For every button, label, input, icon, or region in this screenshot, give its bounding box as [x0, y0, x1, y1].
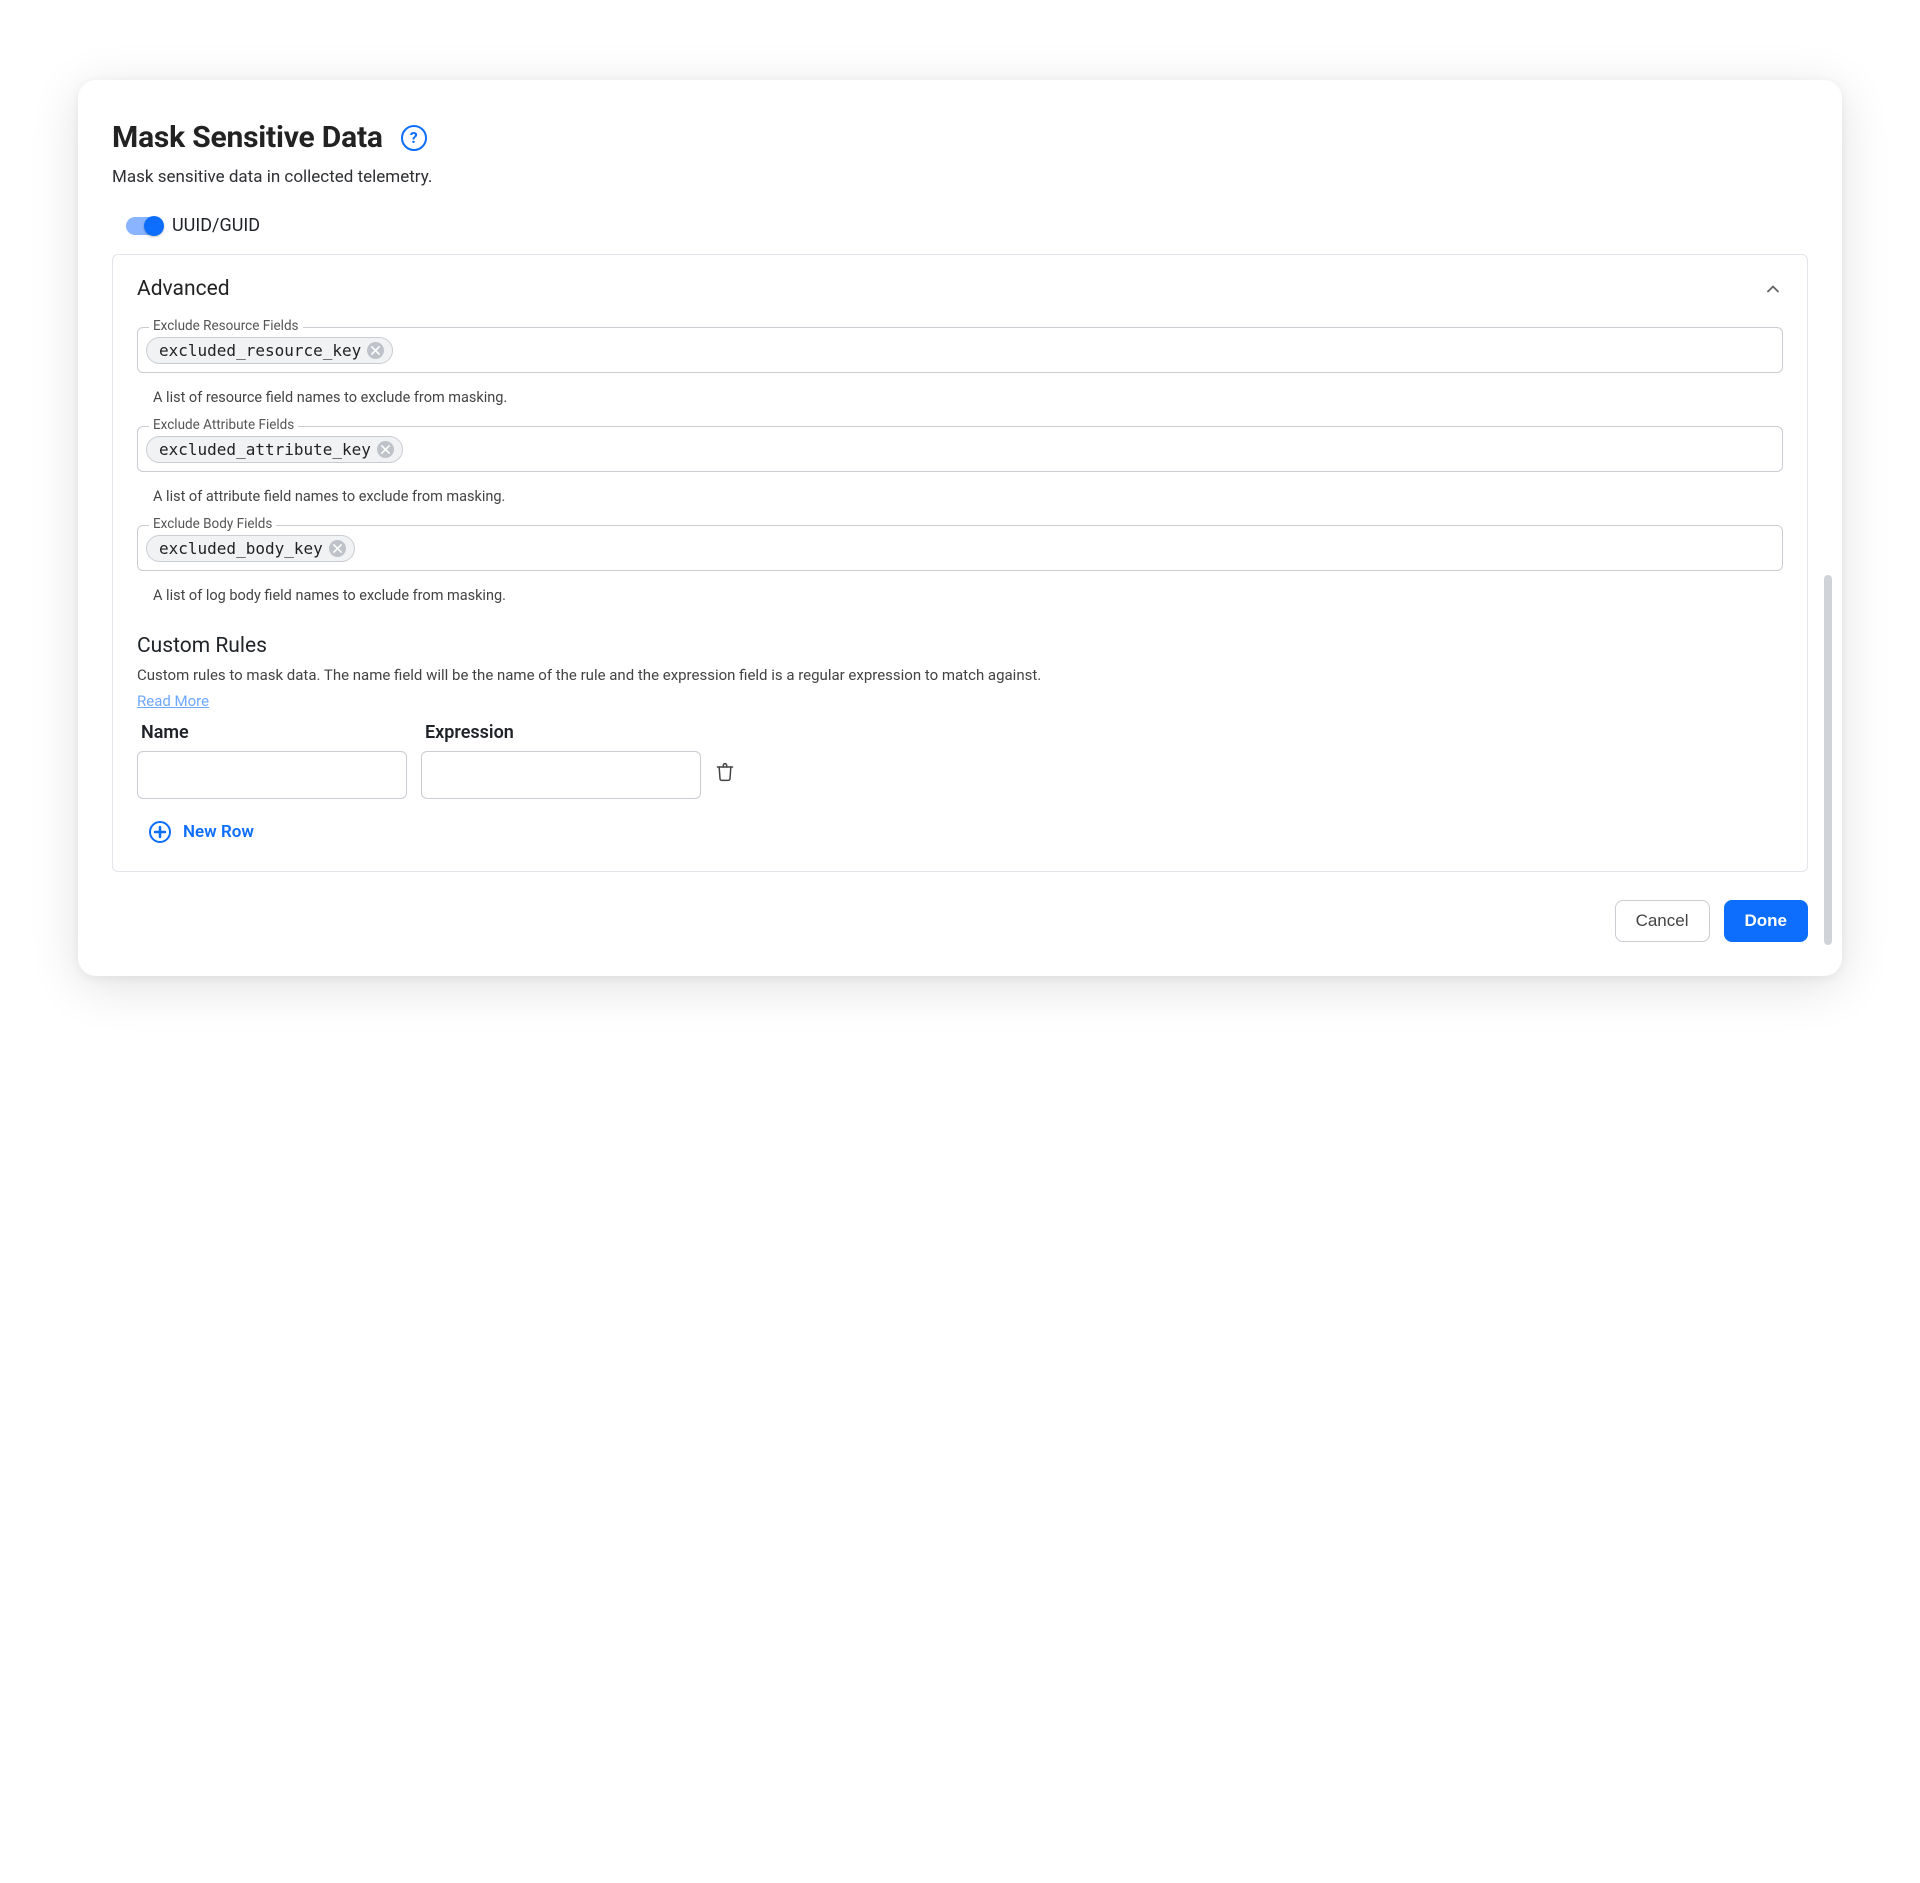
- advanced-header[interactable]: Advanced: [137, 277, 1783, 301]
- toggle-knob-icon: [144, 216, 164, 236]
- custom-rules-desc: Custom rules to mask data. The name fiel…: [137, 664, 1783, 687]
- advanced-section: Advanced Exclude Resource Fields exclude…: [112, 254, 1808, 872]
- chip-remove-icon[interactable]: [329, 540, 346, 557]
- trash-icon: [715, 761, 735, 783]
- chip-excluded-body-key: excluded_body_key: [146, 535, 355, 562]
- chevron-up-icon[interactable]: [1763, 279, 1783, 299]
- rules-expression-header: Expression: [421, 722, 701, 743]
- rules-name-column: Name: [137, 722, 407, 799]
- exclude-resource-helper: A list of resource field names to exclud…: [137, 381, 1783, 426]
- rule-name-input[interactable]: [137, 751, 407, 799]
- uuid-toggle[interactable]: [126, 217, 162, 235]
- toggle-row-uuid: UUID/GUID: [112, 215, 1808, 254]
- read-more-link[interactable]: Read More: [137, 692, 209, 710]
- exclude-body-input[interactable]: excluded_body_key: [137, 525, 1783, 571]
- dialog-subtitle: Mask sensitive data in collected telemet…: [112, 167, 1808, 187]
- new-row-button[interactable]: New Row: [137, 821, 254, 843]
- rule-expression-input[interactable]: [421, 751, 701, 799]
- exclude-attribute-label: Exclude Attribute Fields: [149, 417, 298, 433]
- chip-remove-icon[interactable]: [367, 342, 384, 359]
- chip-label: excluded_body_key: [159, 539, 323, 558]
- title-row: Mask Sensitive Data ?: [112, 120, 1808, 155]
- exclude-resource-label: Exclude Resource Fields: [149, 318, 303, 334]
- dialog-footer: Cancel Done: [112, 900, 1808, 942]
- rules-name-header: Name: [137, 722, 407, 743]
- uuid-toggle-label: UUID/GUID: [172, 215, 260, 236]
- rules-expression-column: Expression: [421, 722, 701, 799]
- new-row-label: New Row: [183, 822, 254, 842]
- chip-remove-icon[interactable]: [377, 441, 394, 458]
- chip-excluded-resource-key: excluded_resource_key: [146, 337, 393, 364]
- plus-circle-icon: [149, 821, 171, 843]
- scrollbar-thumb[interactable]: [1824, 575, 1832, 945]
- exclude-attribute-helper: A list of attribute field names to exclu…: [137, 480, 1783, 525]
- exclude-resource-input[interactable]: excluded_resource_key: [137, 327, 1783, 373]
- cancel-button[interactable]: Cancel: [1615, 900, 1710, 942]
- exclude-attribute-field: Exclude Attribute Fields excluded_attrib…: [137, 426, 1783, 472]
- help-icon[interactable]: ?: [401, 125, 427, 151]
- chip-excluded-attribute-key: excluded_attribute_key: [146, 436, 403, 463]
- dialog-title: Mask Sensitive Data: [112, 120, 383, 155]
- delete-row-button[interactable]: [715, 761, 735, 799]
- done-button[interactable]: Done: [1724, 900, 1809, 942]
- dialog-card: Mask Sensitive Data ? Mask sensitive dat…: [78, 80, 1842, 976]
- exclude-resource-field: Exclude Resource Fields excluded_resourc…: [137, 327, 1783, 373]
- scroll-region: UUID/GUID Advanced Exclude Resource Fiel…: [112, 215, 1826, 872]
- dialog-header: Mask Sensitive Data ? Mask sensitive dat…: [112, 120, 1808, 187]
- exclude-body-label: Exclude Body Fields: [149, 516, 276, 532]
- advanced-title: Advanced: [137, 277, 230, 301]
- exclude-body-field: Exclude Body Fields excluded_body_key: [137, 525, 1783, 571]
- chip-label: excluded_resource_key: [159, 341, 361, 360]
- custom-rules-title: Custom Rules: [137, 634, 1783, 658]
- custom-rules-row: Name Expression: [137, 722, 1783, 799]
- chip-label: excluded_attribute_key: [159, 440, 371, 459]
- exclude-attribute-input[interactable]: excluded_attribute_key: [137, 426, 1783, 472]
- exclude-body-helper: A list of log body field names to exclud…: [137, 579, 1783, 624]
